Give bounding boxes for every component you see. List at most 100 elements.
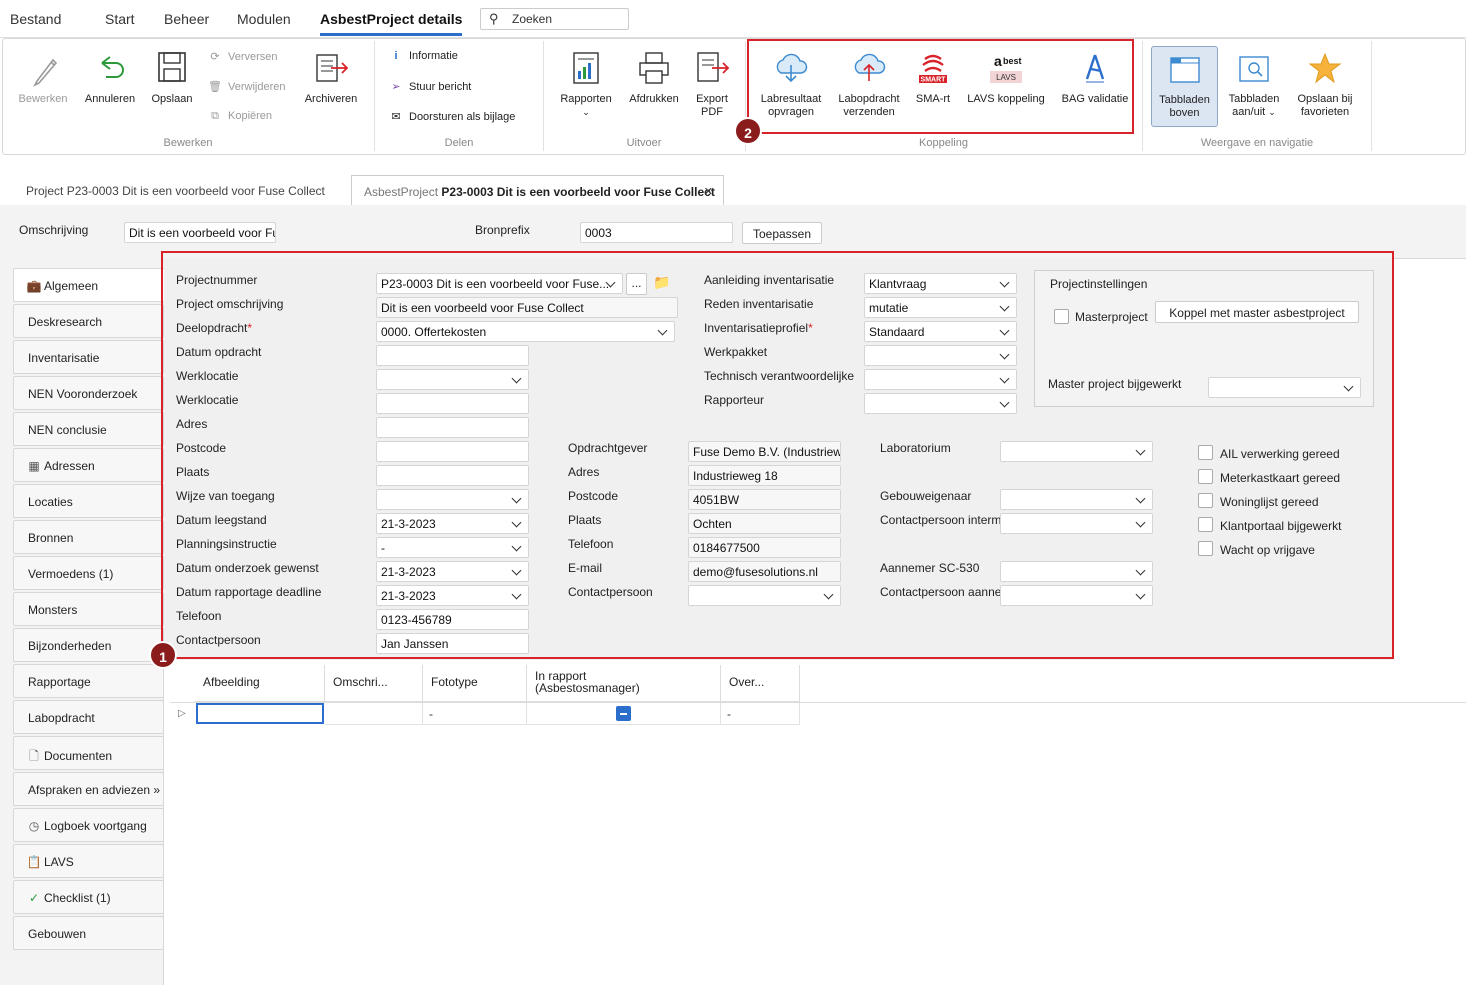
- sidebar-item-inventarisatie[interactable]: Inventarisatie: [13, 340, 164, 374]
- export-label-2: PDF: [701, 106, 723, 118]
- building-icon: ▦: [28, 459, 40, 473]
- sidebar-item-label: Inventarisatie: [28, 351, 100, 365]
- tab-asbestproject[interactable]: AsbestProject P23-0003 Dit is een voorbe…: [351, 175, 724, 205]
- group-label-uitvoer: Uitvoer: [626, 137, 662, 149]
- sidebar-item-nen-conclusie[interactable]: NEN conclusie: [13, 412, 164, 446]
- print-label: Afdrukken: [629, 93, 679, 105]
- sidebar-item-bijzonderheden[interactable]: Bijzonderheden: [13, 628, 164, 662]
- sidebar-item-label: Locaties: [28, 495, 73, 509]
- fav-label-2: favorieten: [1300, 106, 1350, 118]
- sidebar-item-rapportage[interactable]: Rapportage: [13, 664, 164, 698]
- omschrijving-field[interactable]: Dit is een voorbeeld voor Fu: [124, 222, 276, 243]
- group-label-koppeling: Koppeling: [919, 137, 968, 149]
- group-separator: [543, 41, 544, 151]
- printer-icon: [634, 49, 674, 87]
- forward-attachment-button[interactable]: ✉ Doorsturen als bijlage: [387, 110, 515, 123]
- sidebar-item-gebouwen[interactable]: Gebouwen: [13, 916, 164, 950]
- chevron-down-icon: ⌄: [582, 107, 590, 117]
- info-button[interactable]: i Informatie: [387, 50, 458, 62]
- sidebar-item-checklist-1[interactable]: ✓ Checklist (1): [13, 880, 164, 914]
- sidebar-item-label: Vermoedens (1): [28, 567, 114, 581]
- sidebar-item-label: Bijzonderheden: [28, 639, 112, 653]
- sidebar-item-nen-vooronderzoek[interactable]: NEN Vooronderzoek: [13, 376, 164, 410]
- cell-omschrijving[interactable]: [325, 703, 423, 725]
- copy-button[interactable]: ⧉ Kopiëren: [206, 110, 272, 123]
- sidebar-item-vermoedens-1[interactable]: Vermoedens (1): [13, 556, 164, 590]
- export-pdf-icon: [692, 49, 732, 87]
- in-rapport-line2: (Asbestosmanager): [535, 681, 640, 695]
- sidebar-item-label: Logboek voortgang: [44, 819, 147, 833]
- sidebar-item-label: Monsters: [28, 603, 78, 617]
- cell-afbeelding[interactable]: [196, 703, 324, 724]
- column-header-fototype[interactable]: Fototype: [423, 665, 527, 702]
- copy-label: Kopiëren: [228, 110, 273, 122]
- sidebar-item-adressen[interactable]: ▦ Adressen: [13, 448, 164, 482]
- tab-project-title: P23-0003 Dit is een voorbeeld voor Fuse …: [66, 184, 325, 198]
- column-header-afbeelding[interactable]: Afbeelding: [195, 665, 325, 702]
- edit-button[interactable]: Bewerken: [15, 49, 71, 106]
- bronprefix-label: Bronprefix: [475, 223, 530, 237]
- sidebar-item-deskresearch[interactable]: Deskresearch: [13, 304, 164, 338]
- sidebar-item-lavs[interactable]: 📋 LAVS: [13, 844, 164, 878]
- column-header-over[interactable]: Over...: [721, 665, 800, 702]
- column-header-omschrijving[interactable]: Omschri...: [325, 665, 423, 702]
- indeterminate-checkbox[interactable]: [616, 706, 631, 721]
- sidebar-item-locaties[interactable]: Locaties: [13, 484, 164, 518]
- omschrijving-label: Omschrijving: [19, 223, 89, 237]
- trash-icon: 🗑: [208, 81, 222, 93]
- cancel-button[interactable]: Annuleren: [81, 49, 139, 106]
- cell-in-rapport[interactable]: [527, 703, 721, 725]
- send-message-button[interactable]: ➢ Stuur bericht: [387, 80, 471, 93]
- apply-button[interactable]: Toepassen: [742, 222, 822, 244]
- menu-start[interactable]: Start: [105, 11, 135, 27]
- report-icon: [566, 49, 606, 87]
- sidebar-item-logboek-voortgang[interactable]: ◷ Logboek voortgang: [13, 808, 164, 842]
- tab-project[interactable]: Project P23-0003 Dit is een voorbeeld vo…: [14, 175, 348, 205]
- close-icon[interactable]: ✕: [704, 185, 713, 198]
- sidebar-item-monsters[interactable]: Monsters: [13, 592, 164, 626]
- tabs-toggle-label-2: aan/uit: [1232, 106, 1266, 118]
- tab-asbestproject-title: P23-0003 Dit is een voorbeeld voor Fuse …: [441, 185, 715, 199]
- archive-icon: [311, 49, 351, 87]
- group-label-delen: Delen: [444, 137, 474, 149]
- archive-button[interactable]: Archiveren: [299, 49, 363, 106]
- save-icon: [152, 49, 192, 87]
- sidebar-item-afspraken-en-adviezen[interactable]: Afspraken en adviezen »: [13, 772, 164, 806]
- reports-button[interactable]: Rapporten ⌄: [554, 49, 618, 119]
- tabs-top-label-2: boven: [1169, 107, 1200, 119]
- group-separator: [374, 41, 375, 151]
- cell-fototype[interactable]: -: [423, 703, 527, 725]
- send-icon: ➢: [391, 81, 401, 93]
- search-box[interactable]: ⚲ Zoeken: [480, 8, 629, 30]
- menu-file[interactable]: Bestand: [10, 11, 61, 27]
- save-favorites-button[interactable]: Opslaan bij favorieten: [1291, 49, 1359, 119]
- export-pdf-button[interactable]: Export PDF: [689, 49, 735, 119]
- menu-asbestproject-details[interactable]: AsbestProject details: [320, 11, 463, 36]
- document-tab-bar: Project P23-0003 Dit is een voorbeeld vo…: [0, 175, 1466, 205]
- column-header-in-rapport[interactable]: In rapport (Asbestosmanager): [527, 665, 721, 702]
- pencil-icon: [23, 49, 63, 87]
- cell-over[interactable]: -: [721, 703, 800, 725]
- bronprefix-field[interactable]: 0003: [580, 222, 733, 243]
- menu-modulen[interactable]: Modulen: [237, 11, 291, 27]
- print-button[interactable]: Afdrukken: [623, 49, 685, 106]
- tabs-top-button[interactable]: Tabbladen boven: [1151, 46, 1218, 127]
- sidebar-item-algemeen[interactable]: 💼 Algemeen: [13, 268, 164, 302]
- refresh-button[interactable]: ⟳ Verversen: [206, 50, 277, 63]
- clock-icon: ◷: [28, 819, 40, 833]
- sidebar-item-documenten[interactable]: 🗋 Documenten: [13, 736, 164, 770]
- briefcase-icon: 💼: [26, 279, 42, 293]
- tabs-top-icon: [1165, 50, 1205, 88]
- menu-beheer[interactable]: Beheer: [164, 11, 209, 27]
- export-label-1: Export: [696, 93, 728, 105]
- reports-label: Rapporten: [560, 93, 612, 105]
- info-label: Informatie: [409, 50, 458, 62]
- delete-button[interactable]: 🗑 Verwijderen: [206, 80, 285, 93]
- sidebar-item-labopdracht[interactable]: Labopdracht: [13, 700, 164, 734]
- save-button[interactable]: Opslaan: [146, 49, 198, 106]
- row-expand-icon[interactable]: ▷: [178, 708, 186, 719]
- sidebar-item-bronnen[interactable]: Bronnen: [13, 520, 164, 554]
- refresh-icon: ⟳: [210, 51, 220, 63]
- tabs-toggle-button[interactable]: Tabbladen aan/uit ⌄: [1223, 49, 1285, 119]
- sidebar-item-label: Checklist (1): [44, 891, 111, 905]
